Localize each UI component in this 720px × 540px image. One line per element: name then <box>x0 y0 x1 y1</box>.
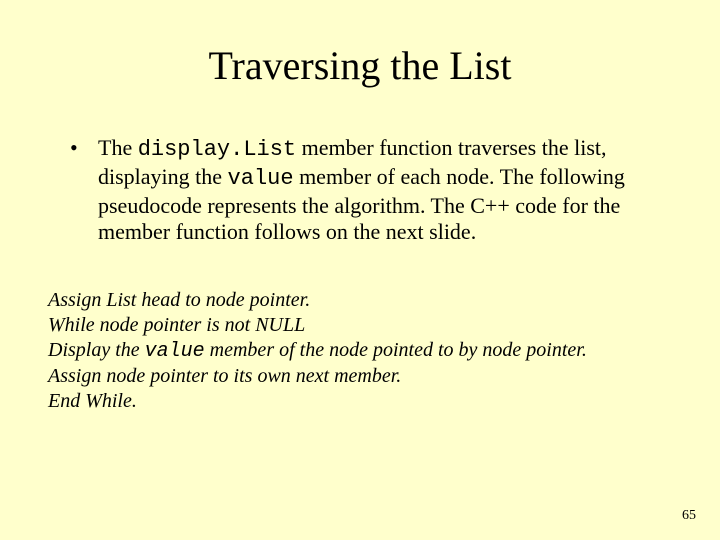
text-fragment: Display the <box>48 339 145 361</box>
pseudo-line: Assign node pointer to its own next memb… <box>48 364 672 389</box>
pseudo-line: End While. <box>48 389 672 414</box>
pseudocode-block: Assign List head to node pointer. While … <box>48 288 672 414</box>
text-fragment: The <box>98 135 138 160</box>
code-fragment: value <box>145 340 205 363</box>
code-fragment: value <box>228 166 294 191</box>
bullet-text: The display.List member function travers… <box>98 135 660 246</box>
bullet-marker: • <box>70 135 98 162</box>
pseudo-line: Display the value member of the node poi… <box>48 338 672 364</box>
pseudo-line: While node pointer is not NULL <box>48 313 672 338</box>
pseudo-line: Assign List head to node pointer. <box>48 288 672 313</box>
slide-title: Traversing the List <box>0 42 720 89</box>
text-fragment: member of the node pointed to by node po… <box>205 339 587 361</box>
slide-body: • The display.List member function trave… <box>70 135 660 246</box>
bullet-item: • The display.List member function trave… <box>70 135 660 246</box>
slide: Traversing the List • The display.List m… <box>0 0 720 540</box>
code-fragment: display.List <box>138 137 296 162</box>
page-number: 65 <box>682 508 696 524</box>
